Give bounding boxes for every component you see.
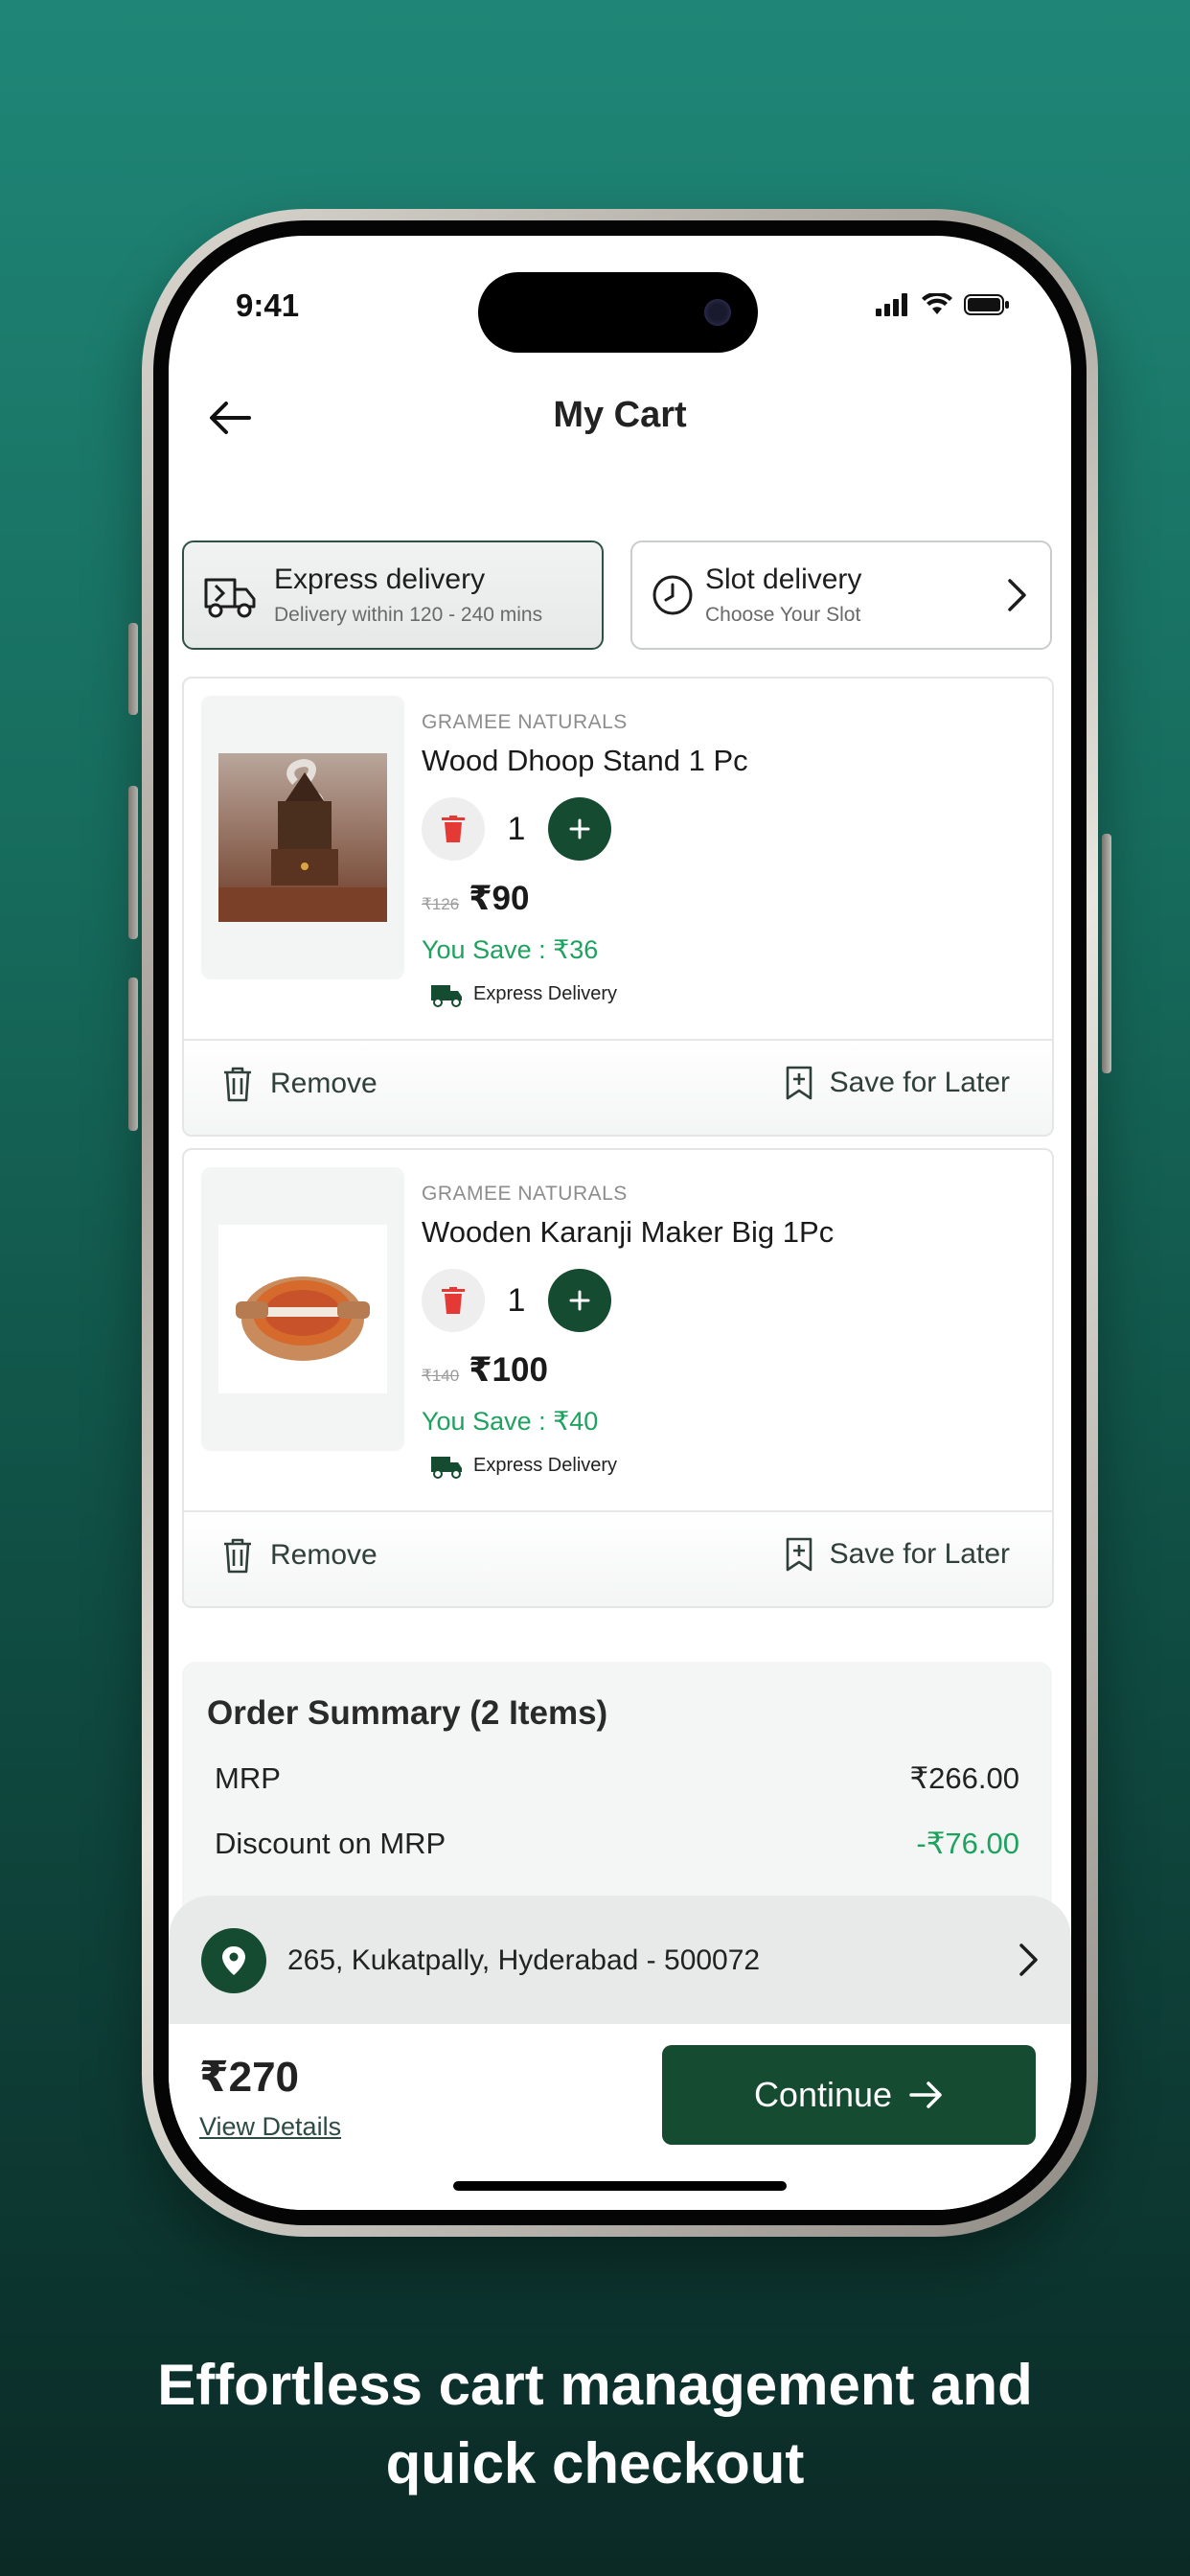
- quantity-value: 1: [507, 1281, 526, 1319]
- summary-row-mrp: MRP ₹266.00: [215, 1761, 1019, 1796]
- save-for-later-label: Save for Later: [829, 1538, 1010, 1570]
- phone-volume-down-button: [128, 978, 138, 1131]
- bookmark-plus-icon: [786, 1537, 812, 1572]
- page-title: My Cart: [553, 395, 687, 435]
- original-price: ₹140: [422, 1367, 460, 1385]
- slot-delivery-title: Slot delivery: [705, 564, 862, 595]
- continue-label: Continue: [753, 2075, 893, 2114]
- product-brand: GRAMEE NATURALS: [422, 1183, 628, 1205]
- express-delivery-tag-label: Express Delivery: [473, 982, 618, 1004]
- express-delivery-tag-label: Express Delivery: [473, 1454, 618, 1476]
- price-row: ₹126 ₹90: [422, 880, 529, 918]
- savings-text: You Save : ₹36: [422, 935, 599, 964]
- marketing-caption: Effortless cart management and quick che…: [0, 2346, 1190, 2503]
- current-price: ₹100: [469, 1351, 548, 1389]
- phone-action-button: [128, 623, 138, 715]
- increase-quantity-button[interactable]: [548, 1269, 611, 1332]
- save-for-later-label: Save for Later: [829, 1067, 1010, 1098]
- remove-button[interactable]: Remove: [222, 1537, 378, 1574]
- location-pin-icon: [201, 1928, 266, 1993]
- plus-icon: [569, 1290, 590, 1311]
- delivery-address-bar[interactable]: 265, Kukatpally, Hyderabad - 500072: [169, 1896, 1071, 2026]
- phone-power-button: [1102, 834, 1111, 1073]
- home-indicator: [453, 2181, 787, 2191]
- product-name[interactable]: Wooden Karanji Maker Big 1Pc: [422, 1215, 834, 1250]
- product-name[interactable]: Wood Dhoop Stand 1 Pc: [422, 744, 748, 778]
- summary-label: Discount on MRP: [215, 1827, 446, 1860]
- increase-quantity-button[interactable]: [548, 797, 611, 861]
- cart-total: ₹270: [199, 2054, 300, 2101]
- phone-volume-up-button: [128, 786, 138, 939]
- dynamic-island: [478, 272, 758, 353]
- save-for-later-button[interactable]: Save for Later: [786, 1066, 1010, 1100]
- plus-icon: [569, 818, 590, 840]
- remove-button[interactable]: Remove: [222, 1066, 378, 1102]
- delivery-address: 265, Kukatpally, Hyderabad - 500072: [287, 1944, 761, 1976]
- product-brand: GRAMEE NATURALS: [422, 711, 628, 733]
- bookmark-plus-icon: [786, 1066, 812, 1100]
- delivery-truck-icon: [431, 1457, 462, 1479]
- continue-button[interactable]: Continue: [662, 2045, 1036, 2145]
- quantity-stepper: 1: [422, 797, 611, 861]
- signal-icon: [876, 293, 907, 316]
- slot-delivery-option[interactable]: Slot delivery Choose Your Slot: [630, 540, 1052, 650]
- trash-outline-icon: [224, 1538, 251, 1574]
- trash-outline-icon: [224, 1067, 251, 1102]
- summary-value: ₹266.00: [909, 1761, 1019, 1795]
- product-image-frame: [201, 1167, 404, 1451]
- product-image-dhoop-stand: [218, 753, 387, 922]
- phone-screen: 9:41 My Cart Express delivery Delivery w…: [169, 236, 1071, 2210]
- view-details-link[interactable]: View Details: [199, 2112, 341, 2142]
- order-summary-title: Order Summary (2 Items): [207, 1694, 608, 1732]
- summary-row-discount: Discount on MRP -₹76.00: [215, 1827, 1019, 1861]
- caption-line-1: Effortless cart management and: [157, 2353, 1033, 2417]
- battery-icon: [964, 294, 1009, 315]
- cart-item: GRAMEE NATURALS Wooden Karanji Maker Big…: [182, 1148, 1054, 1608]
- summary-value: -₹76.00: [916, 1827, 1019, 1860]
- camera-icon: [704, 299, 731, 326]
- express-delivery-subtitle: Delivery within 120 - 240 mins: [274, 604, 543, 626]
- cart-item: GRAMEE NATURALS Wood Dhoop Stand 1 Pc 1 …: [182, 677, 1054, 1137]
- delivery-truck-icon: [431, 985, 462, 1007]
- wifi-icon: [922, 293, 952, 314]
- product-image-karanji-maker: [218, 1225, 387, 1393]
- quantity-value: 1: [507, 810, 526, 847]
- status-icons: [876, 293, 1010, 316]
- trash-icon: [442, 816, 465, 842]
- trash-icon: [442, 1287, 465, 1314]
- arrow-right-icon: [909, 2082, 942, 2108]
- remove-label: Remove: [270, 1068, 378, 1099]
- product-image-frame: [201, 696, 404, 979]
- chevron-right-icon: [1008, 579, 1026, 611]
- quantity-stepper: 1: [422, 1269, 611, 1332]
- caption-line-2: quick checkout: [385, 2431, 805, 2496]
- summary-label: MRP: [215, 1761, 281, 1795]
- current-price: ₹90: [469, 880, 530, 917]
- remove-label: Remove: [270, 1539, 378, 1571]
- delivery-truck-icon: [204, 578, 256, 618]
- price-row: ₹140 ₹100: [422, 1351, 548, 1390]
- decrease-quantity-button[interactable]: [422, 1269, 485, 1332]
- status-time: 9:41: [236, 288, 300, 323]
- original-price: ₹126: [422, 895, 460, 913]
- express-delivery-title: Express delivery: [274, 564, 486, 595]
- chevron-right-icon: [1019, 1944, 1038, 1976]
- save-for-later-button[interactable]: Save for Later: [786, 1537, 1010, 1572]
- clock-icon: [652, 575, 693, 615]
- item-actions: Remove Save for Later: [184, 1510, 1052, 1606]
- item-actions: Remove Save for Later: [184, 1039, 1052, 1135]
- express-delivery-option[interactable]: Express delivery Delivery within 120 - 2…: [182, 540, 604, 650]
- savings-text: You Save : ₹40: [422, 1407, 599, 1436]
- slot-delivery-subtitle: Choose Your Slot: [705, 604, 861, 626]
- decrease-quantity-button[interactable]: [422, 797, 485, 861]
- express-delivery-tag: Express Delivery: [429, 979, 617, 1008]
- express-delivery-tag: Express Delivery: [429, 1451, 617, 1480]
